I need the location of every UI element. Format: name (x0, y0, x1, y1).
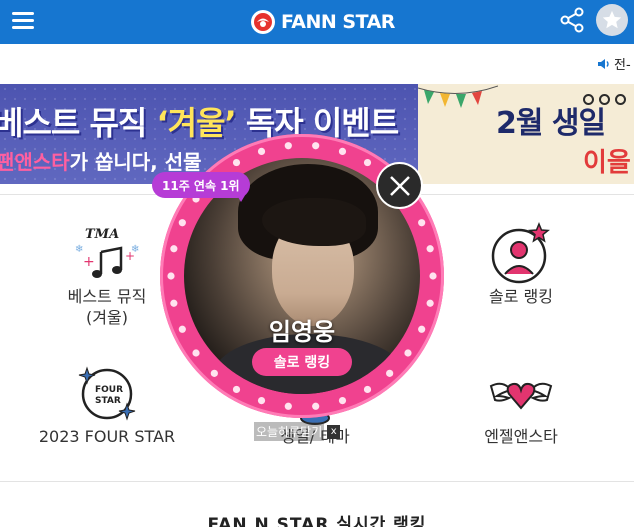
favorite-star-button[interactable] (596, 4, 628, 36)
brand-logo[interactable]: FANN STAR (250, 8, 395, 36)
ring-dot (429, 272, 437, 280)
ring-dot (426, 245, 434, 253)
hamburger-menu-icon[interactable] (10, 9, 36, 33)
ring-dot (284, 142, 292, 150)
tma-music-icon: TMA + + ❄ ❄ (75, 227, 139, 278)
ring-dot (284, 402, 292, 410)
ring-dot (257, 396, 266, 405)
notice-ticker[interactable]: 전- (596, 54, 631, 73)
svg-text:❄: ❄ (131, 244, 139, 255)
menu-label: 엔젤앤스타 (484, 427, 558, 446)
notice-text: 전- (614, 58, 631, 73)
menu-label: 솔로 랭킹 (489, 287, 553, 306)
svg-text:FOUR: FOUR (95, 385, 123, 395)
close-icon (389, 175, 410, 196)
logo-mark-icon (251, 10, 275, 34)
four-star-icon: FOUR STAR (78, 366, 136, 421)
svg-text:+: + (83, 254, 95, 270)
dismiss-today-text[interactable]: 오늘하루닫기 (254, 422, 325, 441)
banner-right-subtitle: 이을 (583, 148, 631, 178)
share-icon[interactable] (558, 6, 586, 34)
dismiss-today-x-button[interactable]: x (327, 424, 341, 439)
svg-text:❄: ❄ (75, 244, 83, 255)
ring-dot (404, 349, 412, 357)
ring-dot (418, 219, 426, 227)
ring-dot (170, 299, 178, 307)
ring-dot (167, 272, 175, 280)
notice-strip: 전- (0, 44, 634, 84)
popup-close-button[interactable] (376, 162, 423, 209)
ring-dot (312, 142, 320, 150)
ring-dot (426, 299, 434, 307)
realtime-ranking-title: FAN N STAR 실시간 랭킹 (207, 515, 427, 527)
svg-text:TMA: TMA (85, 227, 119, 242)
menu-angel-star[interactable]: 엔젤앤스타 (446, 362, 596, 447)
artist-name: 임영웅 (268, 318, 336, 346)
carousel-pagination[interactable] (583, 94, 626, 105)
ring-dot (192, 349, 200, 357)
ring-dot (178, 219, 186, 227)
brand-name: FANN STAR (281, 11, 395, 33)
pagination-dot[interactable] (599, 94, 610, 105)
person-star-icon (491, 222, 550, 284)
ring-dot (363, 158, 372, 167)
ring-dot (232, 158, 241, 167)
ring-dot (338, 396, 347, 405)
star-icon (602, 10, 622, 29)
top-header: FANN STAR (0, 0, 634, 44)
svg-text:STAR: STAR (95, 396, 121, 406)
pagination-dot[interactable] (615, 94, 626, 105)
bunting-decoration-icon (418, 85, 498, 108)
ring-dot (312, 402, 320, 410)
ring-dot (257, 147, 266, 156)
speaker-icon (598, 58, 609, 69)
divider (0, 481, 634, 482)
streak-badge-tail (235, 192, 247, 202)
pagination-dot[interactable] (583, 94, 594, 105)
winged-heart-icon (489, 382, 553, 410)
ring-dot (170, 245, 178, 253)
menu-solo-ranking[interactable]: 솔로 랭킹 (446, 222, 596, 307)
menu-label: 2023 FOUR STAR (38, 427, 176, 446)
solo-ranking-button[interactable]: 솔로 랭킹 (252, 348, 352, 376)
dismiss-today-row[interactable]: 오늘하루닫기 x (254, 422, 341, 441)
ring-dot (338, 147, 347, 156)
